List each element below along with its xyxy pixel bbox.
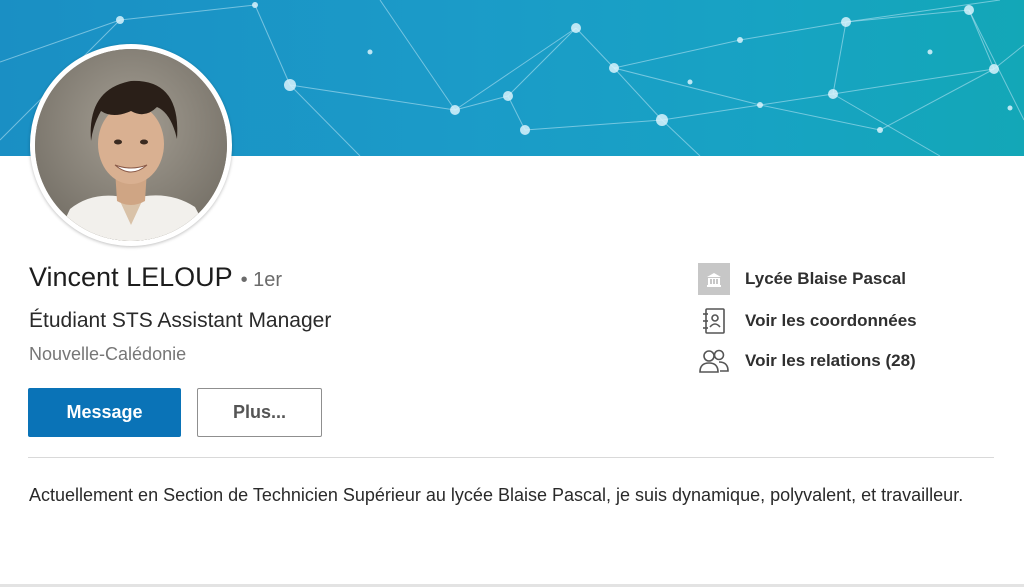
contact-info-link[interactable]: Voir les coordonnées: [697, 305, 917, 337]
school-logo-icon: [697, 263, 731, 295]
connections-label: Voir les relations (28): [745, 351, 916, 370]
more-button[interactable]: Plus...: [197, 388, 322, 437]
people-icon: [697, 345, 731, 377]
profile-location: Nouvelle-Calédonie: [29, 344, 187, 364]
section-divider: [28, 457, 994, 458]
name-row: Vincent LELOUP • 1er: [29, 262, 282, 293]
connections-link[interactable]: Voir les relations (28): [697, 345, 916, 377]
profile-photo: [35, 49, 227, 241]
contact-info-label: Voir les coordonnées: [745, 311, 917, 330]
about-summary: Actuellement en Section de Technicien Su…: [29, 485, 964, 505]
contact-card-icon: [697, 305, 731, 337]
school-link[interactable]: Lycée Blaise Pascal: [697, 263, 906, 295]
profile-name: Vincent LELOUP: [29, 262, 233, 292]
profile-headline: Étudiant STS Assistant Manager: [29, 309, 332, 332]
message-button[interactable]: Message: [28, 388, 181, 437]
connection-degree: • 1er: [240, 269, 283, 291]
avatar[interactable]: [30, 44, 232, 246]
school-label: Lycée Blaise Pascal: [745, 269, 906, 288]
